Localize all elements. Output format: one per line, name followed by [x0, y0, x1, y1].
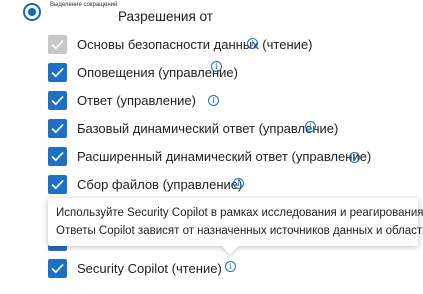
checkbox-security-copilot[interactable]: [48, 259, 67, 278]
tooltip-line-1: Используйте Security Copilot в рамках ис…: [56, 207, 423, 219]
permission-label: Сбор файлов (управление): [77, 177, 243, 192]
info-icon[interactable]: i: [233, 178, 244, 189]
checkbox-advanced-live-response[interactable]: [48, 147, 67, 166]
permissions-source-radio[interactable]: [23, 3, 41, 21]
checkbox-alerts[interactable]: [48, 63, 67, 82]
checkbox-basic-live-response[interactable]: [48, 119, 67, 138]
permission-label: Базовый динамический ответ (управление): [77, 121, 339, 136]
radio-small-label: Выделение сокращений: [50, 2, 118, 8]
checkbox-response[interactable]: [48, 91, 67, 110]
permission-label: Основы безопасности данных (чтение): [77, 37, 313, 52]
info-icon[interactable]: i: [247, 38, 258, 49]
checkmark-icon: [51, 95, 64, 106]
permission-label: Security Copilot (чтение): [77, 261, 222, 276]
checkbox-file-collection[interactable]: [48, 175, 67, 194]
info-icon[interactable]: i: [208, 95, 219, 106]
checkbox-data-security: [48, 35, 67, 54]
info-icon[interactable]: i: [305, 121, 316, 132]
security-copilot-tooltip: Используйте Security Copilot в рамках ис…: [48, 198, 423, 255]
permission-label: Ответ (управление): [77, 93, 196, 108]
checkmark-icon: [51, 39, 64, 50]
checkmark-icon: [51, 67, 64, 78]
permissions-group-title: Разрешения от: [118, 9, 213, 24]
info-icon[interactable]: i: [211, 61, 222, 72]
info-icon[interactable]: i: [349, 152, 360, 163]
checkmark-icon: [51, 123, 64, 134]
tooltip-line-2: Ответы Copilot зависят от назначенных ис…: [56, 225, 423, 237]
checkmark-icon: [51, 151, 64, 162]
checkmark-icon: [51, 263, 64, 274]
info-icon-security-copilot[interactable]: i: [225, 261, 236, 272]
radio-selected-dot: [28, 8, 36, 16]
permission-label: Расширенный динамический ответ (управлен…: [77, 149, 372, 164]
checkmark-icon: [51, 179, 64, 190]
tooltip-beak: [221, 237, 239, 255]
